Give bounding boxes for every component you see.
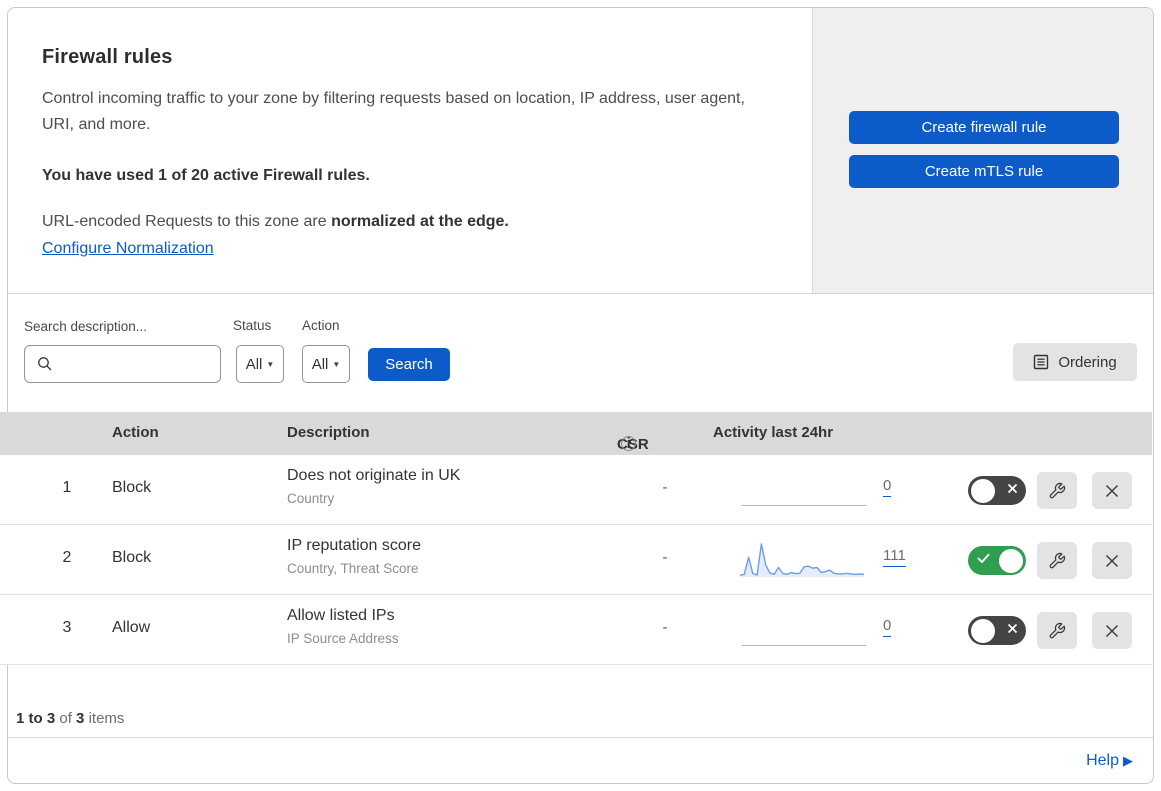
page-description: Control incoming traffic to your zone by… [42, 90, 745, 133]
search-description-label: Search description... [24, 319, 148, 334]
close-icon [1106, 554, 1118, 567]
pagination-of: of [59, 710, 72, 727]
rule-fields: Country [287, 491, 335, 506]
page-title: Firewall rules [42, 46, 173, 68]
toggle-knob [999, 548, 1023, 573]
wrench-icon [1049, 482, 1066, 498]
csr-value: - [662, 549, 668, 566]
edit-rule-button[interactable] [1037, 542, 1077, 579]
chevron-down-icon: ▼ [332, 359, 341, 369]
rule-description-cell: IP reputation score Country, Threat Scor… [287, 537, 421, 576]
csr-value: - [662, 479, 668, 496]
column-header-description: Description [287, 424, 370, 441]
rule-enabled-toggle[interactable] [968, 616, 1026, 645]
search-input[interactable] [59, 347, 217, 381]
action-filter-label: Action [302, 318, 340, 333]
header-text-block: Firewall rules Control incoming traffic … [42, 46, 758, 258]
rule-action: Block [112, 479, 152, 496]
table-row: 1 Block Does not originate in UK Country… [0, 455, 1152, 525]
column-header-activity: Activity last 24hr [713, 424, 834, 441]
status-filter-dropdown[interactable]: All ▼ [236, 345, 284, 383]
rule-description: IP reputation score [287, 537, 422, 554]
action-filter-value: All [311, 355, 329, 373]
toggle-off-x-icon [1007, 483, 1018, 494]
edit-rule-button[interactable] [1037, 472, 1077, 509]
activity-count-link[interactable]: 111 [883, 547, 906, 567]
create-mtls-rule-button[interactable]: Create mTLS rule [849, 155, 1119, 188]
rule-priority: 3 [62, 619, 72, 636]
normalization-note-text: URL-encoded Requests to this zone are [42, 213, 332, 230]
table-header-row: Action Description CSR i Activity last 2… [0, 412, 1152, 455]
footer-divider [8, 737, 1153, 738]
rule-priority: 1 [62, 479, 72, 496]
close-icon [1106, 624, 1118, 637]
activity-flatline [742, 645, 866, 646]
rule-fields: IP Source Address [287, 631, 399, 646]
activity-flatline [742, 505, 866, 506]
usage-summary: You have used 1 of 20 active Firewall ru… [42, 167, 370, 184]
search-button[interactable]: Search [368, 348, 450, 381]
configure-normalization-link[interactable]: Configure Normalization [42, 240, 214, 258]
rule-action: Allow [112, 619, 151, 636]
wrench-icon [1049, 622, 1066, 638]
ordering-list-icon [1034, 354, 1049, 370]
activity-count-link[interactable]: 0 [883, 617, 892, 637]
delete-rule-button[interactable] [1092, 612, 1132, 649]
edit-rule-button[interactable] [1037, 612, 1077, 649]
column-header-action: Action [112, 424, 159, 441]
csr-value: - [662, 619, 668, 636]
delete-rule-button[interactable] [1092, 542, 1132, 579]
help-link[interactable]: Help ▶ [1086, 752, 1133, 770]
close-icon [1106, 484, 1118, 497]
rule-priority: 2 [62, 549, 72, 566]
help-link-label: Help [1086, 752, 1119, 769]
pagination-items: items [88, 710, 125, 727]
pagination-total: 3 [76, 710, 85, 727]
search-icon [38, 357, 52, 371]
table-row: 2 Block IP reputation score Country, Thr… [0, 525, 1152, 595]
normalization-note: URL-encoded Requests to this zone are no… [42, 213, 758, 231]
rule-description: Does not originate in UK [287, 467, 461, 484]
normalization-note-bold: normalized at the edge. [331, 213, 509, 230]
actions-panel: Create firewall rule Create mTLS rule [812, 8, 1153, 293]
chevron-down-icon: ▼ [266, 359, 275, 369]
rule-description-cell: Does not originate in UK Country [287, 467, 460, 506]
activity-count-link[interactable]: 0 [883, 477, 892, 497]
status-filter-label: Status [233, 318, 272, 333]
status-filter-value: All [245, 355, 263, 373]
pagination-summary: 1 to 3 of 3 items [16, 710, 124, 727]
rule-description-cell: Allow listed IPs IP Source Address [287, 607, 399, 646]
toggle-off-x-icon [1007, 623, 1018, 634]
toggle-knob [971, 618, 995, 643]
firewall-rules-panel: Firewall rules Control incoming traffic … [0, 7, 1154, 784]
header-section: Firewall rules Control incoming traffic … [8, 8, 1153, 294]
activity-sparkline [739, 541, 865, 579]
wrench-icon [1049, 552, 1066, 568]
toggle-knob [971, 478, 995, 503]
ordering-button[interactable]: Ordering [1013, 343, 1137, 381]
toggle-on-check-icon [977, 553, 990, 563]
table-row: 3 Allow Allow listed IPs IP Source Addre… [0, 595, 1152, 665]
search-input-wrapper [24, 345, 221, 383]
rule-enabled-toggle[interactable] [968, 546, 1026, 575]
column-header-csr: CSR i [617, 424, 649, 453]
create-firewall-rule-button[interactable]: Create firewall rule [849, 111, 1119, 144]
rule-fields: Country, Threat Score [287, 561, 419, 576]
action-filter-dropdown[interactable]: All ▼ [302, 345, 350, 383]
ordering-button-label: Ordering [1058, 353, 1117, 371]
pagination-range: 1 to 3 [16, 710, 56, 727]
rule-action: Block [112, 549, 152, 566]
delete-rule-button[interactable] [1092, 472, 1132, 509]
rule-description: Allow listed IPs [287, 607, 395, 624]
rule-enabled-toggle[interactable] [968, 476, 1026, 505]
help-arrow-icon: ▶ [1123, 753, 1133, 768]
